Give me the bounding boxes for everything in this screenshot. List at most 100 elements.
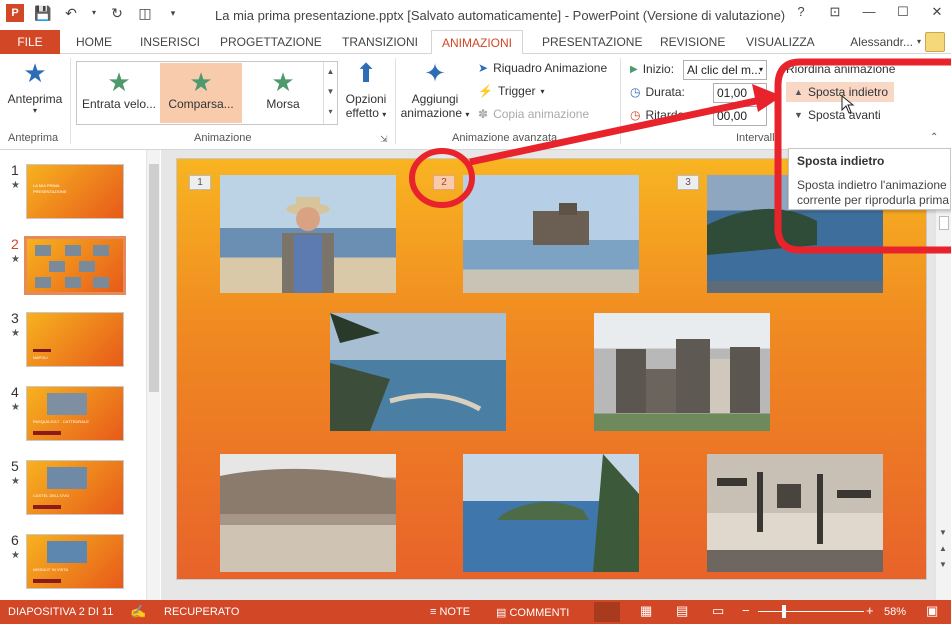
redo-icon[interactable]: ↻ xyxy=(108,4,126,22)
slide-number: 1 xyxy=(11,162,19,178)
add-animation-label-2: animazione ▾ xyxy=(400,106,470,120)
zoom-in-icon[interactable]: + xyxy=(866,603,874,618)
tab-view[interactable]: VISUALIZZA xyxy=(736,30,825,54)
next-slide-icon[interactable]: ▼ xyxy=(939,560,947,569)
animation-badge-3[interactable]: 3 xyxy=(677,175,699,190)
undo-dropdown-icon[interactable]: ▾ xyxy=(90,4,98,22)
start-select[interactable]: Al clic del m... ▾ xyxy=(683,60,767,80)
tab-file[interactable]: FILE xyxy=(0,30,60,54)
scrollbar-thumb[interactable] xyxy=(149,164,159,392)
animation-badge-1[interactable]: 1 xyxy=(189,175,211,190)
animation-badge-2[interactable]: 2 xyxy=(433,175,455,190)
ribbon-display-button[interactable]: ⊡ xyxy=(827,4,843,20)
zoom-slider[interactable] xyxy=(758,611,864,612)
spellcheck-icon[interactable]: ✍ xyxy=(130,604,146,620)
duration-field[interactable]: 01,00 xyxy=(713,83,767,103)
thumb-title: LA MIA PRIMA xyxy=(33,183,60,188)
help-button[interactable]: ? xyxy=(793,4,809,20)
prev-slide-icon[interactable]: ▲ xyxy=(939,544,947,553)
customize-qat-icon[interactable]: ▾ xyxy=(164,4,182,22)
notes-button[interactable]: ≡ NOTE xyxy=(430,606,470,618)
photo-man-beach[interactable] xyxy=(220,175,396,293)
move-later-button[interactable]: ▼ Sposta avanti xyxy=(786,105,894,125)
gallery-down-icon[interactable]: ▼ xyxy=(324,82,337,102)
animation-item-fly-in[interactable]: ★ Entrata velo... xyxy=(78,63,160,123)
effect-options-button[interactable]: ⬆ Opzioni effetto ▾ xyxy=(340,58,392,120)
photo-maschio-angioino[interactable] xyxy=(594,313,770,431)
photo-nisida[interactable] xyxy=(463,454,639,572)
clock-icon: ◷ xyxy=(630,85,641,99)
save-icon[interactable]: 💾 xyxy=(34,4,52,22)
appear-star-icon: ★ xyxy=(189,67,213,97)
zoom-out-icon[interactable]: − xyxy=(742,603,750,618)
start-label: ▶ Inizio: xyxy=(630,62,675,76)
tab-transitions[interactable]: TRANSIZIONI xyxy=(332,30,428,54)
photo-tools-display[interactable] xyxy=(707,454,883,572)
zoom-slider-thumb[interactable] xyxy=(782,605,786,618)
photo-sorrento-coast[interactable] xyxy=(330,313,506,431)
tab-insert[interactable]: INSERISCI xyxy=(130,30,210,54)
fit-to-window-icon[interactable]: ▣ xyxy=(926,603,938,619)
tab-home[interactable]: HOME xyxy=(66,30,122,54)
close-button[interactable]: ✕ xyxy=(929,4,945,20)
undo-icon[interactable]: ↶ xyxy=(62,4,80,22)
animation-painter-button[interactable]: ✽ Copia animazione xyxy=(478,107,589,121)
dialog-launcher-icon[interactable]: ⇲ xyxy=(380,134,388,145)
maximize-button[interactable]: ☐ xyxy=(895,4,911,20)
animation-item-split[interactable]: ★ Morsa xyxy=(242,63,324,123)
scroll-up-icon[interactable] xyxy=(939,216,949,230)
zoom-level[interactable]: 58% xyxy=(884,606,906,618)
animation-gallery: ★ Entrata velo... ★ Comparsa... ★ Morsa … xyxy=(76,61,338,125)
title-bar: P 💾 ↶ ▾ ↻ ◫ ▾ La mia prima presentazione… xyxy=(0,0,951,30)
slide-thumbnail-5[interactable]: CASTEL DELL'OVO xyxy=(26,460,124,515)
reading-view-icon[interactable]: ▤ xyxy=(676,603,688,619)
slide-thumbnail-6[interactable]: NISIDA E' IN VISTA xyxy=(26,534,124,589)
preview-button[interactable]: ★ Anteprima ▾ xyxy=(4,58,66,115)
add-animation-button[interactable]: ✦ Aggiungi animazione ▾ xyxy=(398,58,472,120)
slide-thumbnail-2[interactable] xyxy=(24,236,126,295)
slide-sorter-icon[interactable]: ▦ xyxy=(640,603,652,619)
gallery-scroll[interactable]: ▲ ▼ ▾ xyxy=(323,62,337,124)
delay-label: ◷ Ritardo: xyxy=(630,108,688,122)
slide-thumbnail-1[interactable]: LA MIA PRIMA PRESENTAZIONE xyxy=(26,164,124,219)
photo-solfatara[interactable] xyxy=(220,454,396,572)
effect-options-label-2: effetto ▾ xyxy=(345,106,387,120)
animation-pane-button[interactable]: ➤ Riquadro Animazione xyxy=(478,61,607,75)
preview-star-icon: ★ xyxy=(23,58,47,88)
photo-castel-dell-ovo[interactable] xyxy=(463,175,639,293)
gallery-more-icon[interactable]: ▾ xyxy=(324,102,337,122)
powerpoint-icon[interactable]: P xyxy=(6,4,24,22)
delay-field[interactable]: 00,00 xyxy=(713,106,767,126)
user-account[interactable]: Alessandr... ▾ xyxy=(850,30,945,54)
scroll-down-icon[interactable]: ▼ xyxy=(939,528,947,537)
tab-design[interactable]: PROGETTAZIONE xyxy=(210,30,332,54)
tab-review[interactable]: REVISIONE xyxy=(650,30,735,54)
comments-button[interactable]: ▤ COMMENTI xyxy=(496,606,569,619)
tab-slideshow[interactable]: PRESENTAZIONE xyxy=(532,30,652,54)
slide-thumbnail-4[interactable]: PASQUA 2017 - CATTEDRALE xyxy=(26,386,124,441)
slide-thumbnail-3[interactable]: NAPOLI xyxy=(26,312,124,367)
trigger-button[interactable]: ⚡ Trigger ▾ xyxy=(478,84,545,98)
thumbnails-scrollbar[interactable] xyxy=(146,150,160,600)
gallery-up-icon[interactable]: ▲ xyxy=(324,62,337,82)
minimize-button[interactable]: — xyxy=(861,4,877,20)
thumb-subtitle: PRESENTAZIONE xyxy=(33,189,67,194)
normal-view-button[interactable] xyxy=(594,602,620,622)
editor-scrollbar[interactable]: ▼ ▲ ▼ xyxy=(935,150,951,600)
split-star-icon: ★ xyxy=(271,67,295,97)
slideshow-icon[interactable]: ▭ xyxy=(712,603,724,619)
move-earlier-button[interactable]: ▲ Sposta indietro xyxy=(786,82,894,102)
effect-options-label: Opzioni xyxy=(345,92,387,106)
collapse-ribbon-icon[interactable]: ⌃ xyxy=(930,132,938,143)
slide-canvas[interactable]: 1 2 3 xyxy=(176,158,927,580)
animation-item-label: Entrata velo... xyxy=(81,97,157,111)
present-from-start-icon[interactable]: ◫ xyxy=(136,4,154,22)
ribbon: ★ Anteprima ▾ Anteprima ★ Entrata velo..… xyxy=(0,54,951,150)
animation-star-icon: ★ xyxy=(11,550,20,561)
animation-item-appear[interactable]: ★ Comparsa... xyxy=(160,63,242,123)
fortress-figure xyxy=(616,339,760,413)
move-later-label: Sposta avanti xyxy=(808,108,881,122)
trigger-label: Trigger xyxy=(497,84,536,98)
tab-animations[interactable]: ANIMAZIONI xyxy=(431,30,524,55)
thumb-title: NAPOLI xyxy=(33,355,48,360)
